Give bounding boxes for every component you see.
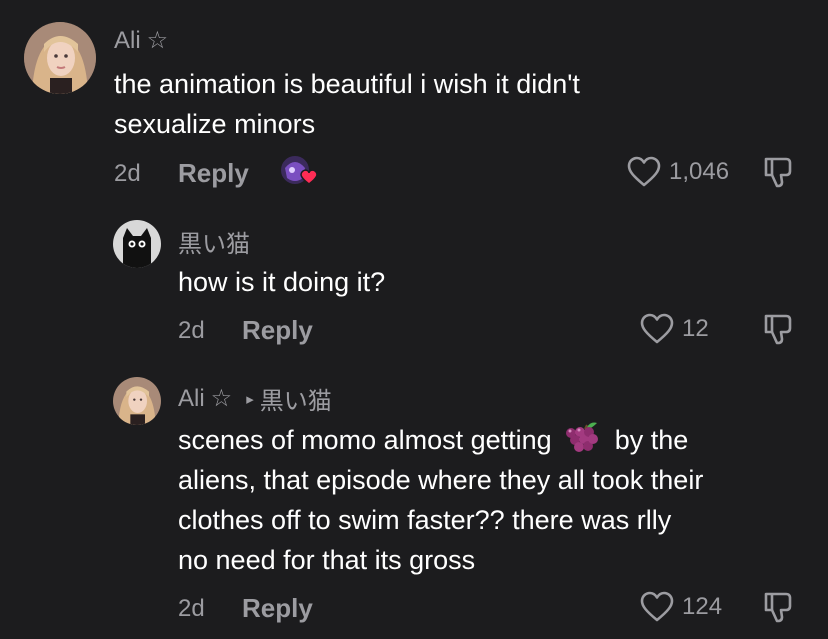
comment-age: 2d [178, 317, 205, 344]
star-icon: ☆ [146, 27, 169, 54]
heart-outline-icon [640, 313, 674, 344]
comment-text-line: clothes off to swim faster?? there was r… [178, 505, 672, 535]
avatar[interactable] [113, 220, 161, 268]
creator-liked-badge [279, 154, 321, 195]
like-button[interactable]: 124 [640, 591, 722, 623]
comment-text-line: the animation is beautiful i wish it did… [114, 69, 580, 99]
dislike-button[interactable] [762, 155, 796, 194]
comment-text-line: scenes of momo almost getting by the [178, 420, 703, 460]
username-text: 黒い猫 [178, 231, 250, 258]
thumbs-down-icon [764, 314, 792, 345]
comment-text-segment: scenes of momo almost getting [178, 425, 552, 455]
reply-button[interactable]: Reply [242, 315, 313, 346]
reply-button[interactable]: Reply [178, 158, 249, 189]
comment-text-line: how is it doing it? [178, 267, 386, 297]
username[interactable]: Ali ☆ ▸ 黒い猫 [178, 381, 332, 416]
heart-outline-icon [627, 156, 661, 187]
comment-text-line: aliens, that episode where they all took… [178, 465, 704, 495]
avatar[interactable] [24, 22, 96, 94]
reply-arrow-icon: ▸ [246, 390, 254, 408]
heart-outline-icon [640, 591, 674, 622]
comment-text-line: no need for that its gross [178, 545, 476, 575]
like-button[interactable]: 12 [640, 313, 709, 345]
username[interactable]: Ali ☆ [114, 26, 168, 55]
username[interactable]: 黒い猫 [178, 224, 250, 259]
username-text: Ali [178, 384, 205, 412]
avatar[interactable] [113, 377, 161, 425]
comment-age: 2d [178, 595, 205, 622]
comment-text-segment: by the [614, 425, 689, 455]
dislike-button[interactable] [762, 312, 796, 351]
comment-text: scenes of momo almost getting by the ali… [178, 420, 703, 580]
star-icon: ☆ [210, 385, 233, 412]
comment-text-line: sexualize minors [114, 109, 316, 139]
like-count: 12 [682, 315, 709, 342]
grapes-emoji-icon [566, 422, 599, 452]
reply-to-username[interactable]: 黒い猫 [260, 381, 332, 416]
comment-text: the animation is beautiful i wish it did… [114, 64, 580, 144]
like-count: 124 [682, 593, 723, 620]
comment-age: 2d [114, 160, 141, 187]
username-text: Ali [114, 26, 141, 54]
like-count: 1,046 [669, 158, 730, 185]
thumbs-down-icon [764, 592, 792, 623]
like-button[interactable]: 1,046 [627, 156, 729, 188]
reply-button[interactable]: Reply [242, 593, 313, 624]
comment-text: how is it doing it? [178, 262, 385, 302]
dislike-button[interactable] [762, 590, 796, 629]
thumbs-down-icon [764, 157, 792, 188]
